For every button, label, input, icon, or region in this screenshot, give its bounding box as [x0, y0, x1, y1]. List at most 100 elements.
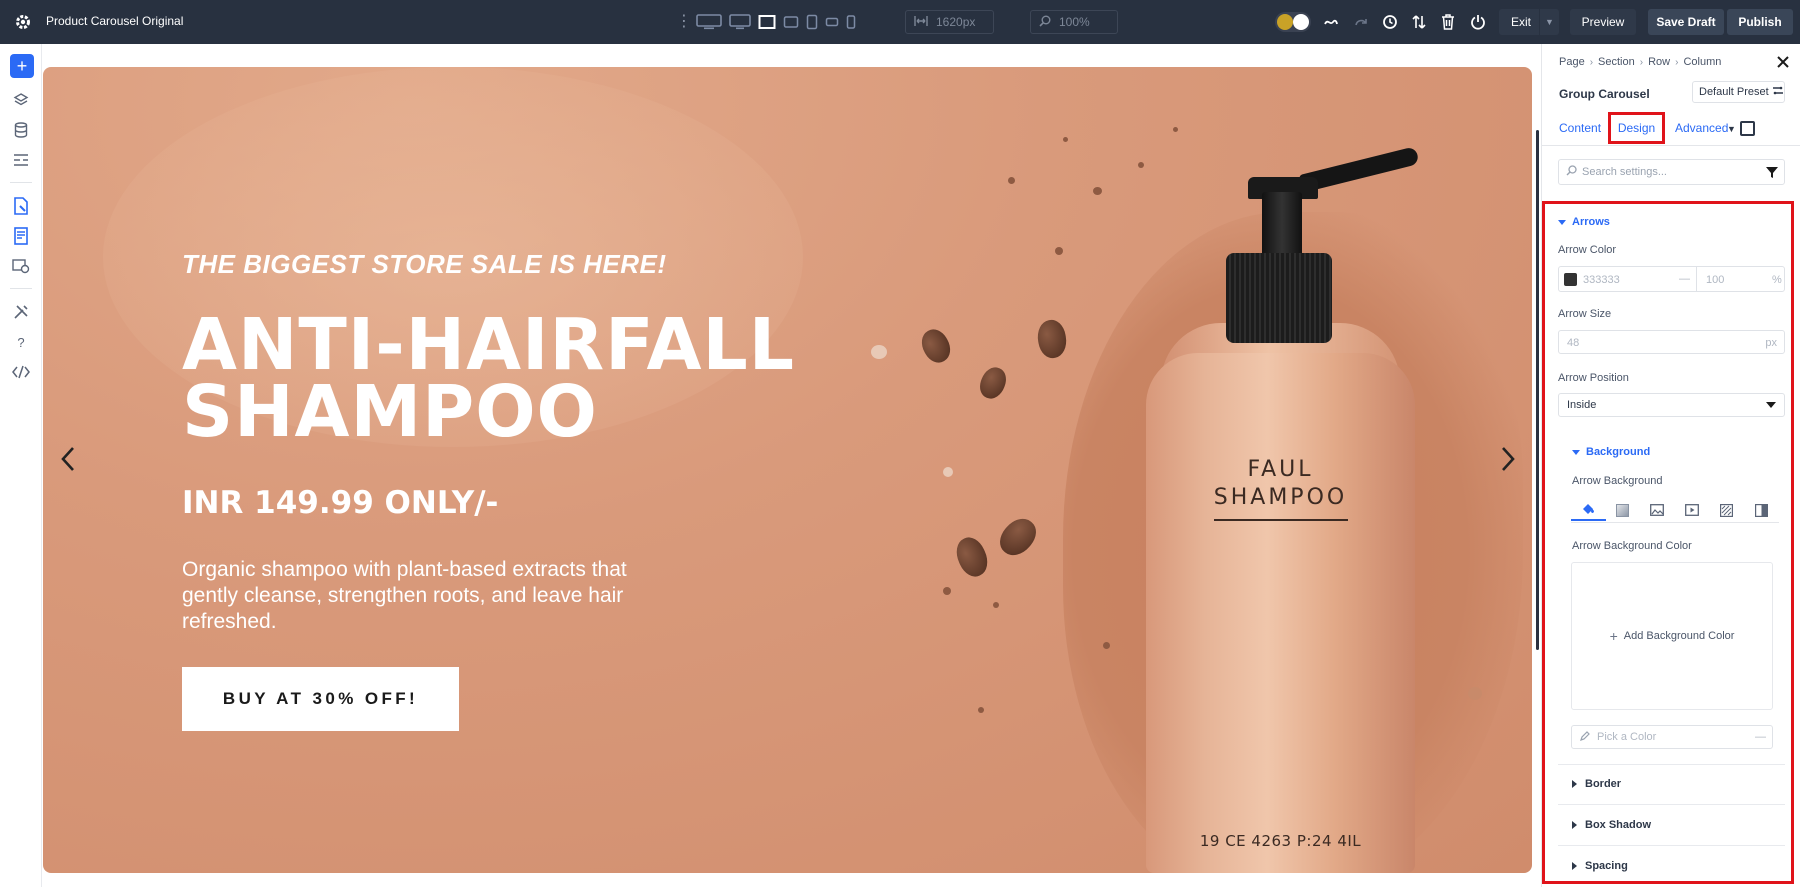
canvas-width-input[interactable]: 1620px	[905, 10, 994, 34]
hero-price[interactable]: INR 149.99 ONLY/-	[182, 485, 498, 521]
layers-icon[interactable]	[11, 90, 31, 110]
video-icon[interactable]	[1675, 499, 1710, 521]
chevron-down-icon[interactable]: ▼	[1539, 9, 1559, 35]
tab-content[interactable]: Content	[1559, 110, 1601, 146]
mask-icon[interactable]	[1744, 499, 1779, 521]
caret-down-icon	[1558, 219, 1566, 225]
arrow-opacity-unit: %	[1772, 274, 1782, 286]
add-icon[interactable]: +	[10, 54, 34, 78]
help-icon[interactable]: ?	[11, 332, 31, 352]
search-settings-input[interactable]: Search settings...	[1558, 159, 1785, 185]
trash-icon[interactable]	[1438, 12, 1458, 32]
bottle-body	[1146, 353, 1415, 873]
rail-divider	[10, 182, 32, 183]
layout-icon[interactable]	[11, 150, 31, 170]
spacing-section-toggle[interactable]: Spacing	[1572, 860, 1628, 872]
desktop-icon[interactable]	[729, 11, 751, 33]
phone-landscape-icon[interactable]	[825, 11, 839, 33]
sun-icon	[1277, 14, 1293, 30]
page-title: Product Carousel Original	[46, 14, 184, 28]
preset-select[interactable]: Default Preset	[1692, 81, 1785, 103]
preview-button[interactable]: Preview	[1570, 9, 1636, 35]
border-section-toggle[interactable]: Border	[1572, 778, 1621, 790]
buy-button[interactable]: BUY AT 30% OFF!	[182, 667, 459, 731]
carousel-prev-arrow-icon[interactable]	[50, 441, 86, 477]
coffee-bean	[993, 512, 1043, 562]
portability-icon[interactable]	[11, 256, 31, 276]
tablet-portrait-icon[interactable]	[806, 11, 818, 33]
breadcrumb-page[interactable]: Page	[1559, 56, 1585, 68]
crumb	[1093, 187, 1102, 195]
hero-description[interactable]: Organic shampoo with plant-based extract…	[182, 557, 652, 635]
hero-title[interactable]: ANTI-HAIRFALL SHAMPOO	[182, 309, 882, 447]
crumb	[943, 467, 953, 477]
pick-color-input[interactable]: Pick a Color —	[1571, 725, 1773, 749]
paint-bucket-icon[interactable]	[1571, 499, 1606, 521]
zoom-input[interactable]: 100%	[1030, 10, 1118, 34]
power-icon[interactable]	[1468, 12, 1488, 32]
theme-builder-icon[interactable]	[11, 226, 31, 246]
tools-icon[interactable]	[11, 302, 31, 322]
save-draft-button[interactable]: Save Draft	[1648, 9, 1724, 35]
arrow-color-label: Arrow Color	[1558, 244, 1617, 256]
crumb	[993, 602, 999, 608]
laptop-icon[interactable]	[758, 11, 776, 33]
close-icon[interactable]	[1775, 54, 1791, 70]
arrow-color-hex[interactable]: 333333	[1583, 274, 1620, 286]
arrow-size-input[interactable]: 48 px	[1558, 330, 1785, 354]
publish-button[interactable]: Publish	[1727, 9, 1793, 35]
desktop-wide-icon[interactable]	[696, 11, 722, 33]
chevron-down-icon	[1766, 402, 1776, 408]
carousel-next-arrow-icon[interactable]	[1490, 441, 1526, 477]
tab-advanced[interactable]: Advanced	[1675, 110, 1728, 146]
arrow-background-color-label: Arrow Background Color	[1572, 540, 1692, 552]
breadcrumb-column[interactable]: Column	[1683, 56, 1721, 68]
tab-design[interactable]: Design	[1608, 112, 1665, 144]
database-icon[interactable]	[11, 120, 31, 140]
breadcrumb-row[interactable]: Row	[1648, 56, 1670, 68]
exit-button[interactable]: Exit ▼	[1499, 9, 1559, 35]
redo-icon[interactable]	[1351, 12, 1371, 32]
box-shadow-section-toggle[interactable]: Box Shadow	[1572, 819, 1651, 831]
add-background-color-button[interactable]: + Add Background Color	[1571, 562, 1773, 710]
history-icon[interactable]	[1380, 12, 1400, 32]
canvas-scrollbar[interactable]	[1536, 130, 1539, 650]
width-arrows-icon	[914, 15, 928, 30]
code-icon[interactable]	[11, 362, 31, 382]
arrow-opacity-value[interactable]: 100	[1706, 274, 1724, 286]
phone-portrait-icon[interactable]	[846, 11, 856, 33]
drag-handle-icon[interactable]: ⋮	[676, 12, 692, 32]
toggle-knob	[1293, 14, 1309, 30]
sort-icon[interactable]	[1409, 12, 1429, 32]
theme-toggle[interactable]	[1275, 12, 1311, 32]
background-heading: Background	[1586, 446, 1651, 458]
carousel-slide[interactable]: FAUL SHAMPOO 19 CE 4263 P:24 4IL THE BIG…	[43, 67, 1532, 873]
hero-tagline[interactable]: THE BIGGEST STORE SALE IS HERE!	[182, 249, 667, 280]
pick-color-placeholder: Pick a Color	[1597, 731, 1657, 743]
pattern-icon[interactable]	[1709, 499, 1744, 521]
tablet-landscape-icon[interactable]	[783, 11, 799, 33]
exit-label: Exit	[1511, 15, 1532, 29]
arrow-position-label: Arrow Position	[1558, 372, 1629, 384]
page-settings-icon[interactable]	[11, 196, 31, 216]
zoom-value: 100%	[1059, 15, 1090, 29]
color-swatch[interactable]	[1564, 273, 1577, 286]
filter-icon[interactable]	[1766, 166, 1778, 181]
arrow-position-select[interactable]: Inside	[1558, 393, 1785, 417]
image-icon[interactable]	[1640, 499, 1675, 521]
background-section-toggle[interactable]: Background	[1572, 446, 1650, 458]
gear-icon[interactable]	[13, 12, 33, 32]
arrows-section-toggle[interactable]: Arrows	[1558, 216, 1610, 228]
gradient-icon[interactable]	[1606, 499, 1641, 521]
arrow-position-value: Inside	[1567, 399, 1597, 411]
wireframe-icon[interactable]	[1321, 12, 1341, 32]
chevron-down-icon[interactable]: ▼	[1727, 124, 1736, 134]
bottle-batch-code: 19 CE 4263 P:24 4IL	[1199, 832, 1362, 850]
arrow-color-field[interactable]: 333333 — 100 %	[1558, 266, 1785, 292]
breadcrumb-section[interactable]: Section	[1598, 56, 1635, 68]
crumb	[943, 587, 951, 595]
view-mode-icon[interactable]	[1740, 121, 1755, 136]
eyedropper-icon[interactable]	[1580, 730, 1591, 744]
crumb	[978, 707, 984, 713]
breadcrumb-separator-icon: ›	[1639, 56, 1644, 68]
